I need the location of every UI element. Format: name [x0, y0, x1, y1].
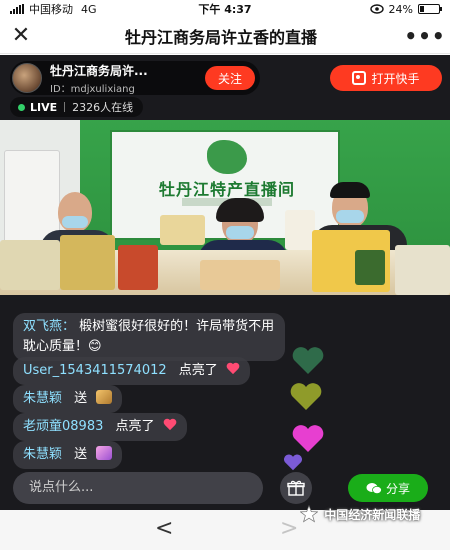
- live-status: LIVE 2326人在线: [10, 97, 144, 117]
- map-logo-icon: [207, 140, 247, 174]
- chat-message: 朱慧颖 送: [13, 441, 123, 469]
- banner-title: 牡丹江特产直播间: [158, 180, 295, 199]
- divider: [64, 102, 66, 112]
- chat-message: 老顽童08983 点亮了: [13, 413, 187, 441]
- follow-button[interactable]: 关注: [205, 66, 255, 90]
- close-icon[interactable]: ✕: [0, 18, 42, 54]
- eye-comfort-icon: [369, 4, 384, 14]
- gift-icon: [287, 480, 305, 496]
- carrier-label: 中国移动: [29, 3, 73, 16]
- host-text: 牡丹江商务局许... ID：mdjxulixiang: [50, 62, 205, 95]
- product: [285, 210, 315, 250]
- product: [355, 250, 385, 285]
- star-logo-icon: [300, 505, 318, 523]
- live-badge: LIVE: [30, 100, 58, 114]
- watermark: 中国经济新闻联播: [300, 505, 420, 523]
- heart-icon: [163, 419, 177, 431]
- floating-heart-icon: [290, 383, 322, 410]
- battery-percent: 24%: [388, 2, 413, 16]
- host-id: ID：mdjxulixiang: [50, 83, 135, 95]
- back-button[interactable]: <: [155, 516, 173, 541]
- more-dots-icon[interactable]: •••: [400, 24, 450, 48]
- battery-icon: [418, 4, 442, 14]
- status-bar: 中国移动 4G 下午 4:37 24%: [0, 0, 450, 18]
- forward-button[interactable]: >: [280, 516, 298, 541]
- signal-icon: [10, 4, 24, 14]
- heart-icon: [226, 363, 240, 375]
- chat-text: 送: [74, 447, 88, 462]
- gift-icon: [96, 446, 113, 460]
- video-frame[interactable]: 牡丹江特产直播间: [0, 120, 450, 295]
- share-label: 分享: [385, 481, 410, 496]
- chat-text: 点亮了: [178, 363, 218, 378]
- floating-heart-icon: [292, 425, 324, 452]
- live-stream-view: 牡丹江商务局许... ID：mdjxulixiang 关注 打开快手 LIVE …: [0, 55, 450, 510]
- product: [200, 260, 280, 290]
- product: [0, 240, 60, 290]
- webview-title-bar: ✕ 牡丹江商务局许立香的直播 •••: [0, 18, 450, 54]
- chat-text: 点亮了: [115, 419, 155, 434]
- chat-user[interactable]: 双飞燕：: [23, 319, 75, 334]
- product: [118, 245, 158, 290]
- gift-button[interactable]: [280, 472, 312, 504]
- floating-heart-icon: [283, 454, 303, 471]
- kuaishou-logo-icon: [352, 71, 367, 85]
- share-button[interactable]: 分享: [348, 474, 428, 502]
- status-left: 中国移动 4G: [10, 1, 170, 17]
- host-info[interactable]: 牡丹江商务局许... ID：mdjxulixiang 关注: [10, 61, 260, 95]
- chat-message: User_1543411574012 点亮了: [13, 357, 250, 385]
- wechat-icon: [366, 482, 382, 494]
- viewer-count: 2326人在线: [72, 101, 134, 114]
- avatar[interactable]: [12, 63, 42, 93]
- open-app-button[interactable]: 打开快手: [330, 65, 442, 91]
- host-name: 牡丹江商务局许...: [50, 63, 148, 78]
- page-title: 牡丹江商务局许立香的直播: [124, 27, 317, 47]
- comment-input[interactable]: 说点什么...: [13, 472, 263, 504]
- chat-user[interactable]: 老顽童08983: [23, 419, 103, 434]
- live-dot-icon: [18, 103, 25, 111]
- chat-message: 朱慧颖 送: [13, 385, 123, 413]
- chat-user[interactable]: 朱慧颖: [23, 447, 62, 462]
- watermark-text: 中国经济新闻联播: [324, 508, 421, 522]
- status-right: 24%: [280, 2, 442, 16]
- product: [395, 245, 450, 295]
- gift-icon: [96, 390, 113, 404]
- product: [160, 215, 205, 245]
- chat-user[interactable]: User_1543411574012: [23, 363, 167, 378]
- product: [60, 235, 115, 290]
- floating-heart-icon: [292, 347, 324, 374]
- network-label: 4G: [81, 2, 97, 16]
- clock: 下午 4:37: [198, 3, 252, 16]
- open-app-label: 打开快手: [371, 71, 420, 86]
- chat-user[interactable]: 朱慧颖: [23, 391, 62, 406]
- chat-text: 送: [74, 391, 88, 406]
- chat-message: 双飞燕： 椴树蜜很好很好的！许局带货不用耽心质量！😊: [13, 313, 285, 361]
